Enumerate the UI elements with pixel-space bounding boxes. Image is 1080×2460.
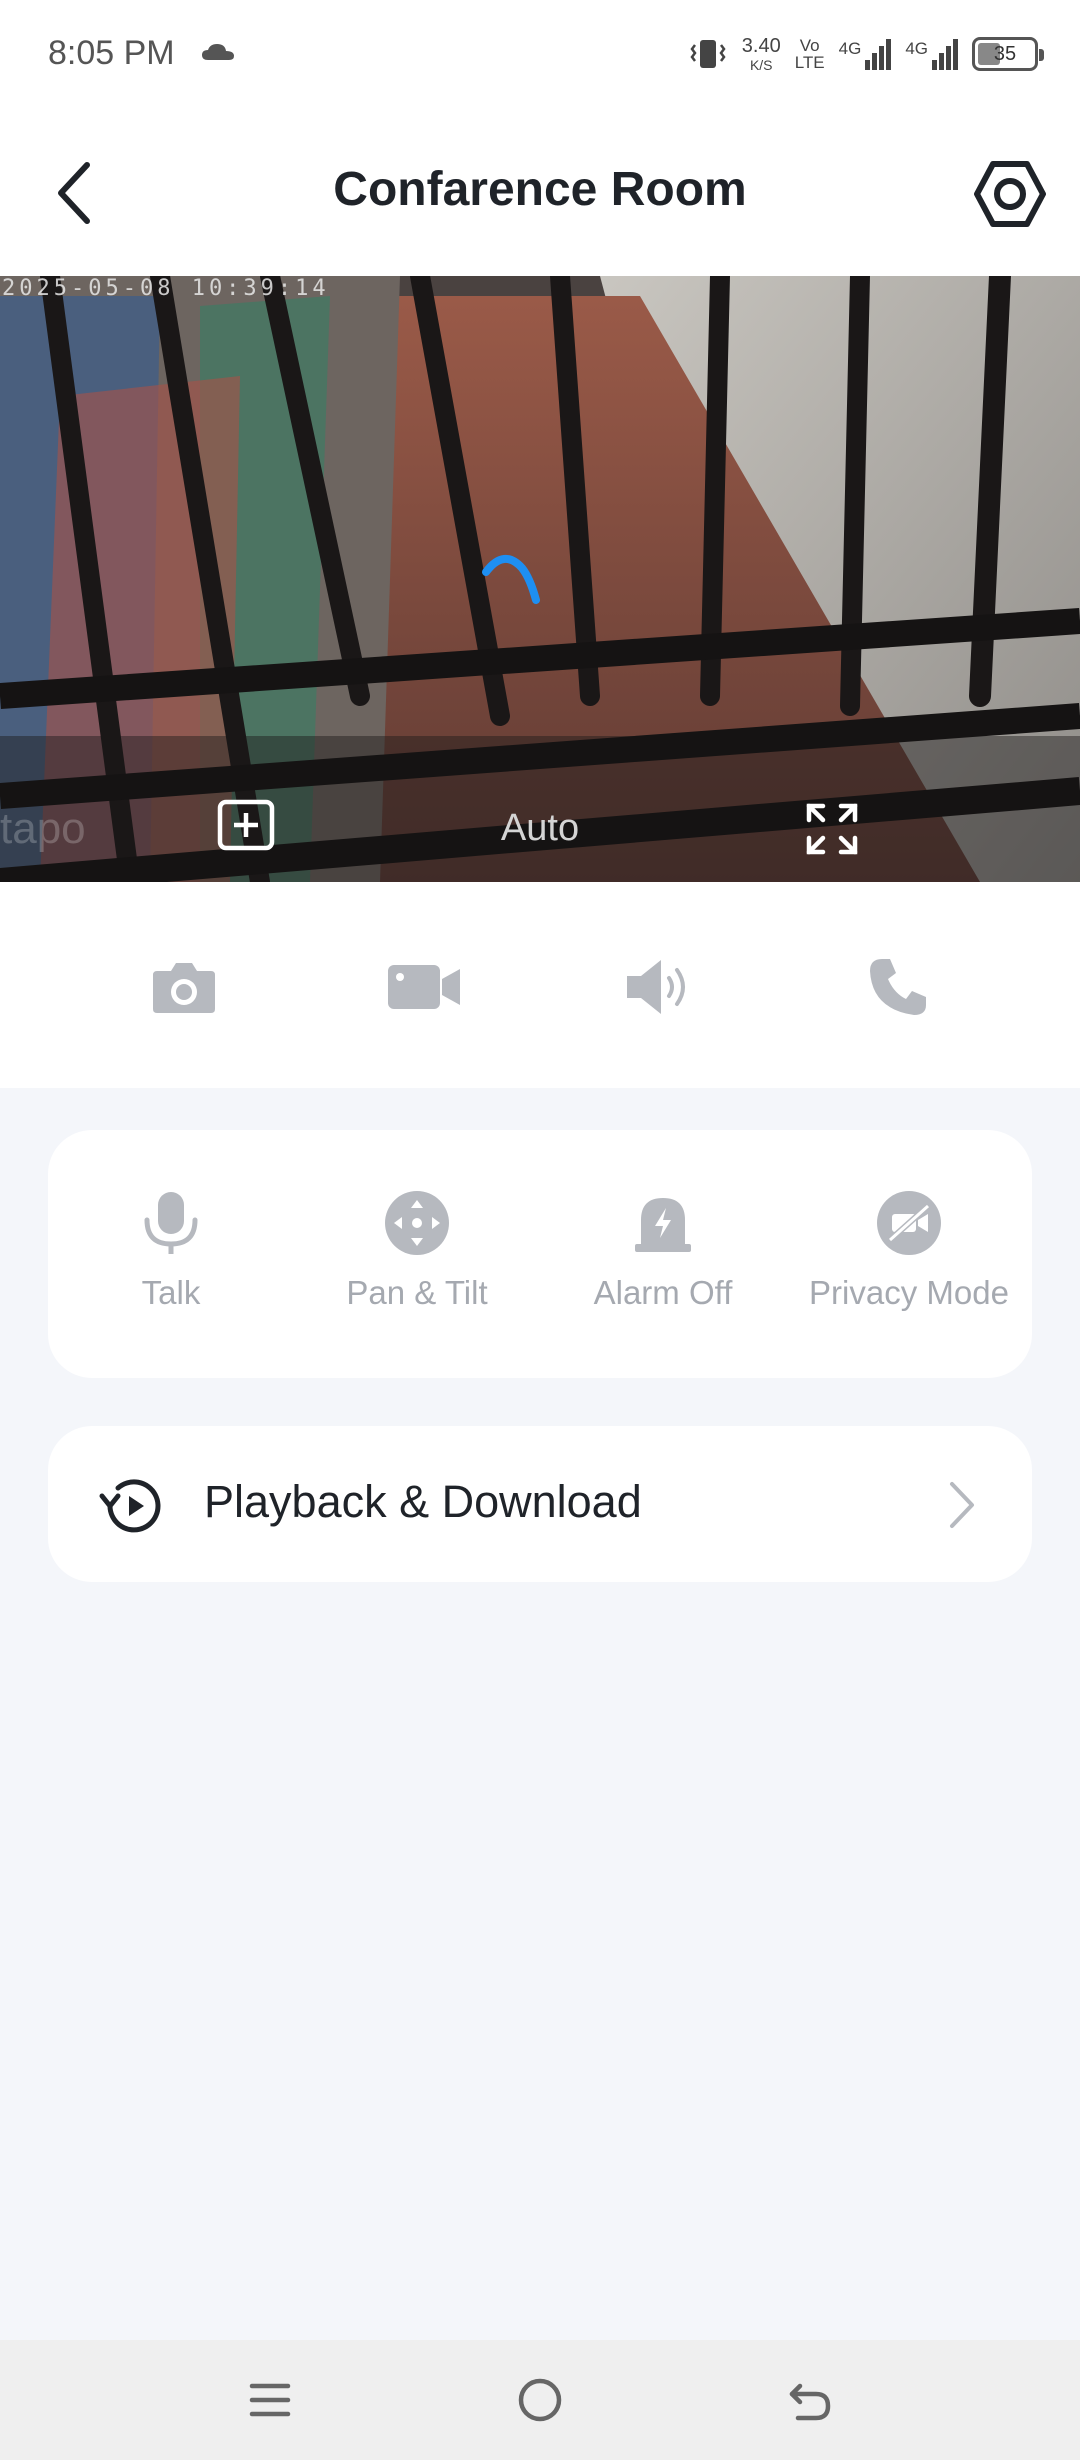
status-time: 8:05 PM: [48, 34, 175, 72]
back-nav-button[interactable]: [780, 2370, 840, 2430]
hexagon-settings-icon: [974, 161, 1046, 227]
camera-icon: [153, 963, 215, 1013]
menu-icon: [249, 2383, 291, 2417]
record-button[interactable]: [384, 954, 464, 1020]
fullscreen-icon: [806, 803, 858, 855]
playback-download-row[interactable]: Playback & Download: [48, 1426, 1032, 1582]
page-title: Confarence Room: [333, 163, 747, 216]
live-video-view[interactable]: 2025-05-08 10:39:14 tapo Auto: [0, 276, 1080, 882]
home-nav-button[interactable]: [510, 2370, 570, 2430]
alarm-label: Alarm Off: [593, 1274, 733, 1311]
quick-toolbar: [0, 882, 1080, 1088]
loading-spinner-icon: [482, 555, 540, 604]
pan-tilt-label: Pan & Tilt: [346, 1274, 488, 1311]
add-box-icon: [217, 799, 275, 851]
features-card: Talk Pan & Tilt Alarm Off Privacy Mode: [48, 1130, 1032, 1378]
fullscreen-button[interactable]: [800, 799, 864, 859]
phone-call-icon: [870, 959, 926, 1015]
sound-button[interactable]: [620, 954, 700, 1020]
quality-selector[interactable]: Auto: [440, 807, 640, 850]
volte-indicator: Vo LTE: [794, 36, 825, 72]
call-button[interactable]: [858, 954, 938, 1020]
playback-label: Playback & Download: [204, 1476, 642, 1527]
video-controls: Auto: [0, 781, 1080, 861]
add-view-button[interactable]: [214, 797, 278, 853]
status-bar: 8:05 PM 3.40 K/S Vo LTE 4G 4G 35: [0, 0, 1080, 110]
alarm-icon: [635, 1198, 691, 1252]
alarm-button[interactable]: Alarm Off: [540, 1190, 786, 1312]
home-circle-icon: [518, 2378, 562, 2422]
settings-button[interactable]: [970, 154, 1050, 234]
system-nav-bar: [0, 2340, 1080, 2460]
privacy-mode-label: Privacy Mode: [809, 1274, 1009, 1311]
pan-tilt-icon: [385, 1191, 449, 1255]
vibrate-icon: [690, 40, 726, 68]
back-arrow-icon: [789, 2383, 831, 2421]
chevron-right-icon: [950, 1482, 974, 1528]
sim2-signal-icon: 4G: [905, 38, 958, 70]
talk-label: Talk: [141, 1274, 201, 1311]
pan-tilt-button[interactable]: Pan & Tilt: [294, 1190, 540, 1312]
history-play-icon: [99, 1479, 161, 1533]
cloud-icon: [202, 44, 234, 60]
privacy-camera-off-icon: [877, 1191, 941, 1255]
menu-nav-button[interactable]: [240, 2370, 300, 2430]
snapshot-button[interactable]: [144, 954, 224, 1020]
sim1-signal-icon: 4G: [839, 38, 892, 70]
privacy-mode-button[interactable]: Privacy Mode: [786, 1190, 1032, 1312]
speaker-icon: [627, 960, 685, 1014]
video-timestamp: 2025-05-08 10:39:14: [2, 276, 330, 301]
app-header: Confarence Room: [0, 110, 1080, 276]
network-speed: 3.40 K/S: [741, 35, 781, 73]
video-record-icon: [388, 965, 460, 1009]
talk-button[interactable]: Talk: [48, 1190, 294, 1312]
battery-icon: 35: [972, 37, 1044, 71]
microphone-icon: [144, 1192, 198, 1254]
